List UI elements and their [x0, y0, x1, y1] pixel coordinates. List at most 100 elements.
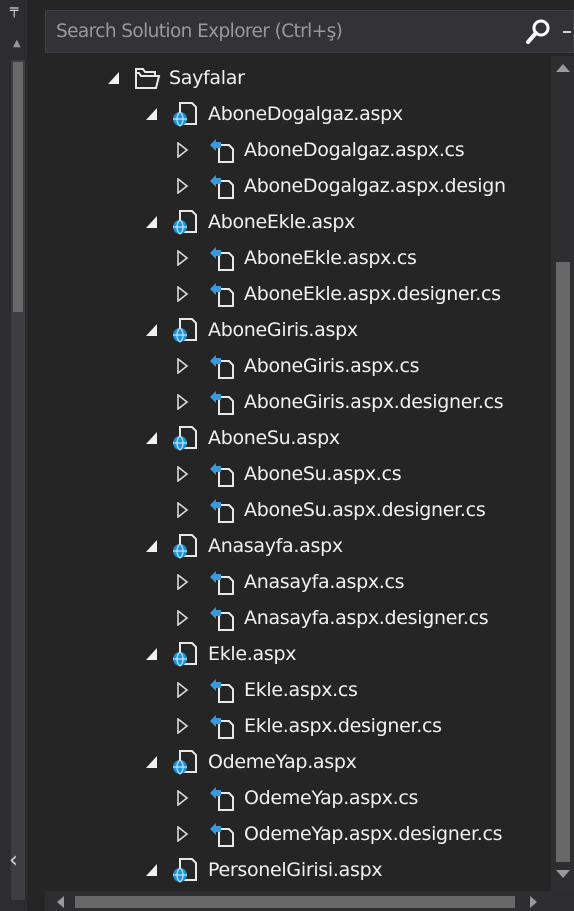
tree-item-code-file[interactable]: AboneGiris.aspx.designer.cs: [45, 384, 551, 420]
collapse-arrow-icon[interactable]: [176, 609, 190, 627]
collapse-arrow-icon[interactable]: [176, 249, 190, 267]
collapse-arrow-icon[interactable]: [176, 573, 190, 591]
tree-item-label: AboneEkle.aspx: [208, 211, 356, 233]
horizontal-scrollbar-thumb[interactable]: [75, 896, 515, 908]
expand-arrow-icon[interactable]: [107, 70, 121, 86]
scroll-up-icon[interactable]: [556, 64, 570, 72]
collapse-arrow-icon[interactable]: [176, 825, 190, 843]
vertical-scrollbar-thumb[interactable]: [556, 262, 570, 862]
cs-file-icon: [208, 388, 236, 416]
expand-arrow-icon[interactable]: [145, 106, 159, 122]
cs-file-icon: [208, 460, 236, 488]
collapse-arrow-icon[interactable]: [176, 501, 190, 519]
search-icon[interactable]: [524, 18, 554, 46]
horizontal-scrollbar[interactable]: [45, 891, 551, 911]
collapse-arrow-icon[interactable]: [176, 681, 190, 699]
tree-item-aspx-page[interactable]: AboneEkle.aspx: [45, 204, 551, 240]
tree-folder-sayfalar[interactable]: Sayfalar: [45, 60, 551, 96]
cs-file-icon: [208, 784, 236, 812]
search-options-dropdown-icon[interactable]: [561, 20, 574, 44]
cs-file-icon: [208, 820, 236, 848]
cs-file-icon: [208, 244, 236, 272]
expand-arrow-icon[interactable]: [145, 862, 159, 878]
tree-item-label: AboneDogalgaz.aspx: [208, 103, 403, 125]
tree-item-code-file[interactable]: AboneDogalgaz.aspx.cs: [45, 132, 551, 168]
tree-item-label: Anasayfa.aspx.designer.cs: [244, 607, 489, 629]
tree-item-code-file[interactable]: Ekle.aspx.designer.cs: [45, 708, 551, 744]
collapse-arrow-icon[interactable]: [176, 717, 190, 735]
tree-item-label: OdemeYap.aspx.cs: [244, 787, 419, 809]
vertical-scrollbar[interactable]: [551, 56, 574, 891]
scrollbar-corner: [551, 891, 574, 911]
collapse-arrow-icon[interactable]: [176, 285, 190, 303]
tree-item-code-file[interactable]: Anasayfa.aspx.designer.cs: [45, 600, 551, 636]
cs-file-icon: [208, 280, 236, 308]
tree-item-label: AboneSu.aspx.designer.cs: [244, 499, 486, 521]
tree-item-label: AboneDogalgaz.aspx.cs: [244, 139, 465, 161]
tree-item-label: Ekle.aspx.cs: [244, 679, 358, 701]
pin-icon[interactable]: ╤: [10, 2, 18, 18]
expand-arrow-icon[interactable]: [145, 322, 159, 338]
search-bar: [45, 10, 574, 53]
cs-file-icon: [208, 712, 236, 740]
cs-file-icon: [208, 352, 236, 380]
tree-item-code-file[interactable]: AboneEkle.aspx.designer.cs: [45, 276, 551, 312]
tree-item-label: PersonelGirisi.aspx: [208, 859, 383, 881]
tree-item-label: Ekle.aspx: [208, 643, 297, 665]
tree-item-code-file[interactable]: AboneDogalgaz.aspx.design: [45, 168, 551, 204]
tree-item-code-file[interactable]: OdemeYap.aspx.cs: [45, 780, 551, 816]
collapse-arrow-icon[interactable]: [176, 789, 190, 807]
aspx-file-icon: [171, 748, 199, 776]
aspx-file-icon: [171, 424, 199, 452]
tree-item-code-file[interactable]: AboneEkle.aspx.cs: [45, 240, 551, 276]
tree-item-label: AboneEkle.aspx.designer.cs: [244, 283, 501, 305]
scroll-left-icon[interactable]: [57, 896, 64, 908]
tree-item-aspx-page[interactable]: Ekle.aspx: [45, 636, 551, 672]
tree-item-label: OdemeYap.aspx.designer.cs: [244, 823, 503, 845]
tree-item-code-file[interactable]: Anasayfa.aspx.cs: [45, 564, 551, 600]
expand-arrow-icon[interactable]: [145, 538, 159, 554]
tree-item-aspx-page[interactable]: PersonelGirisi.aspx: [45, 852, 551, 888]
expand-arrow-icon[interactable]: [145, 214, 159, 230]
tree-item-aspx-page[interactable]: AboneDogalgaz.aspx: [45, 96, 551, 132]
tree-item-code-file[interactable]: Ekle.aspx.cs: [45, 672, 551, 708]
tree-item-code-file[interactable]: AboneSu.aspx.cs: [45, 456, 551, 492]
scroll-right-icon[interactable]: [530, 896, 537, 908]
left-panel-strip: ╤ ▲ ‹: [0, 0, 27, 911]
tree-item-code-file[interactable]: OdemeYap.aspx.designer.cs: [45, 816, 551, 852]
tree-item-label: Ekle.aspx.designer.cs: [244, 715, 442, 737]
collapse-arrow-icon[interactable]: [176, 357, 190, 375]
collapse-left-icon[interactable]: ‹: [9, 848, 18, 873]
tree-item-label: AboneSu.aspx: [208, 427, 340, 449]
solution-tree: Sayfalar AboneDogalgaz.aspx AboneDogalgaz.…: [45, 56, 551, 891]
cs-file-icon: [208, 604, 236, 632]
collapse-arrow-icon[interactable]: [176, 393, 190, 411]
tree-item-code-file[interactable]: AboneSu.aspx.designer.cs: [45, 492, 551, 528]
aspx-file-icon: [171, 100, 199, 128]
expand-arrow-icon[interactable]: [145, 754, 159, 770]
cs-file-icon: [208, 568, 236, 596]
tree-item-label: AboneDogalgaz.aspx.design: [244, 175, 506, 197]
collapse-arrow-icon[interactable]: [176, 177, 190, 195]
tree-item-aspx-page[interactable]: OdemeYap.aspx: [45, 744, 551, 780]
expand-arrow-icon[interactable]: [145, 646, 159, 662]
collapse-arrow-icon[interactable]: [176, 465, 190, 483]
search-input[interactable]: [46, 11, 506, 52]
tree-item-label: AboneGiris.aspx: [208, 319, 358, 341]
cs-file-icon: [208, 172, 236, 200]
left-scrollbar-thumb[interactable]: [13, 62, 23, 312]
cs-file-icon: [208, 136, 236, 164]
aspx-file-icon: [171, 640, 199, 668]
tree-item-code-file[interactable]: AboneGiris.aspx.cs: [45, 348, 551, 384]
expand-arrow-icon[interactable]: [145, 430, 159, 446]
tree-item-aspx-page[interactable]: AboneGiris.aspx: [45, 312, 551, 348]
tree-item-label: AboneGiris.aspx.designer.cs: [244, 391, 504, 413]
scroll-up-arrow-icon[interactable]: ▲: [13, 38, 21, 49]
scroll-down-icon[interactable]: [556, 870, 570, 878]
collapse-arrow-icon[interactable]: [176, 141, 190, 159]
tree-item-aspx-page[interactable]: AboneSu.aspx: [45, 420, 551, 456]
tree-item-label: AboneEkle.aspx.cs: [244, 247, 417, 269]
tree-item-aspx-page[interactable]: Anasayfa.aspx: [45, 528, 551, 564]
tree-item-label: Sayfalar: [169, 67, 245, 89]
tree-item-label: AboneSu.aspx.cs: [244, 463, 402, 485]
